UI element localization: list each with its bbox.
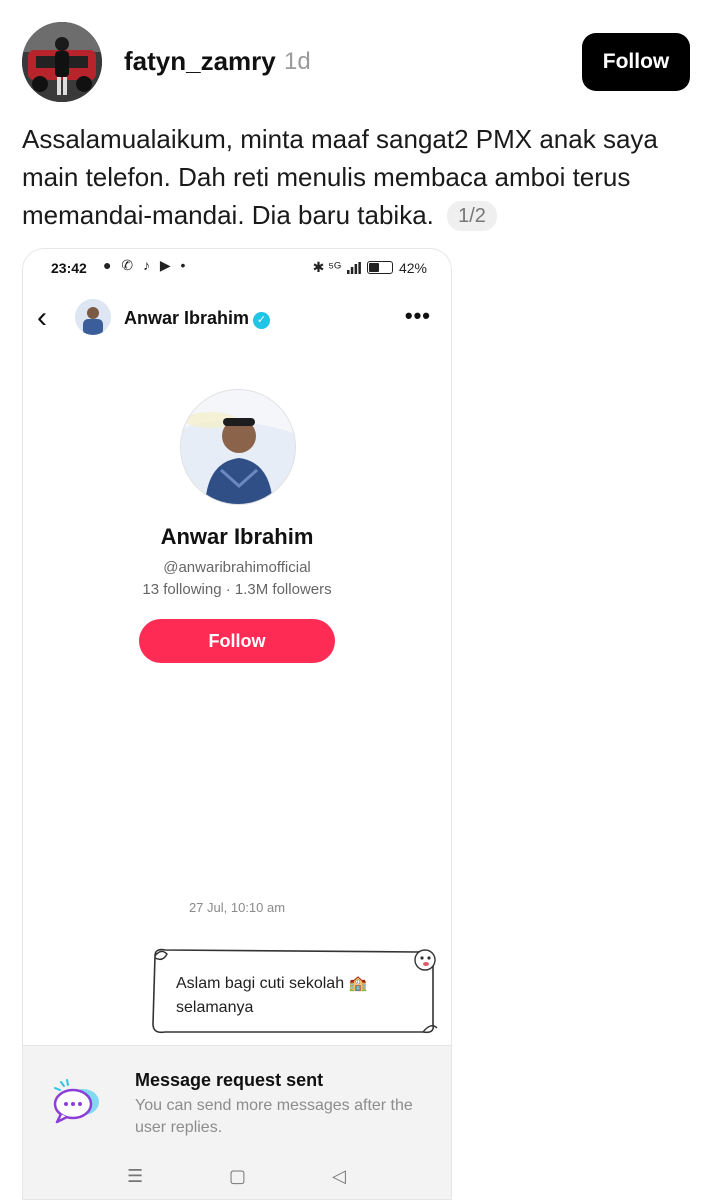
school-emoji-icon: 🏫	[348, 975, 368, 992]
verified-badge-icon: ✓	[253, 312, 271, 329]
post-caption: Assalamualaikum, minta maaf sangat2 PMX …	[22, 120, 682, 234]
message-text: Aslam bagi cuti sekolah 🏫 selamanya	[176, 972, 416, 1020]
chat-top-bar: ‹ Anwar Ibrahim ✓ •••	[23, 297, 451, 341]
home-icon[interactable]: ▢	[229, 1166, 246, 1187]
chat-bubbles-icon	[53, 1079, 99, 1124]
post-timestamp: 1d	[284, 48, 311, 75]
message-timestamp: 27 Jul, 10:10 am	[188, 900, 286, 915]
profile-follow-button[interactable]: Follow	[139, 619, 335, 663]
message-bubble[interactable]: Aslam bagi cuti sekolah 🏫 selamanya	[147, 946, 443, 1038]
user-avatar[interactable]	[22, 22, 102, 102]
message-line-2: selamanya	[176, 999, 254, 1016]
contact-name[interactable]: Anwar Ibrahim ✓	[124, 308, 271, 329]
status-bar: 23:42 ● ✆ ♪ ▶ • ✱ ⁵ᴳ 42%	[23, 249, 451, 287]
more-options-icon[interactable]: •••	[405, 303, 431, 329]
nav-back-icon[interactable]: ◁	[332, 1166, 346, 1187]
system-nav-bar: ☰ ▢ ◁	[23, 1166, 451, 1196]
follow-button[interactable]: Follow	[582, 33, 690, 91]
contact-avatar[interactable]	[75, 299, 111, 335]
image-page-indicator: 1/2	[447, 201, 497, 231]
status-right: ✱ ⁵ᴳ 42%	[313, 259, 427, 276]
back-arrow-icon[interactable]: ‹	[37, 303, 47, 333]
username[interactable]: fatyn_zamry	[124, 46, 276, 77]
contact-name-text: Anwar Ibrahim	[124, 308, 250, 328]
profile-name: Anwar Ibrahim	[160, 524, 314, 549]
notification-icons: ● ✆ ♪ ▶ •	[103, 257, 189, 273]
recent-apps-icon[interactable]: ☰	[127, 1166, 143, 1187]
attached-screenshot[interactable]: 23:42 ● ✆ ♪ ▶ • ✱ ⁵ᴳ 42% ‹ Anwar Ibrahim…	[22, 248, 452, 1200]
message-request-panel: Message request sent You can send more m…	[23, 1045, 451, 1199]
profile-stats: 13 following · 1.3M followers	[142, 581, 332, 598]
signal-icons: ✱ ⁵ᴳ	[312, 259, 341, 275]
message-line-1: Aslam bagi cuti sekolah	[176, 975, 345, 992]
profile-photo[interactable]	[180, 389, 296, 505]
profile-handle: @anwaribrahimofficial	[163, 559, 311, 576]
battery-level: 42%	[398, 259, 427, 276]
status-time: 23:42	[51, 260, 87, 276]
battery-icon	[366, 261, 393, 274]
post-header: fatyn_zamry 1d Follow	[22, 22, 700, 104]
request-title: Message request sent	[135, 1070, 324, 1090]
request-subtitle: You can send more messages after the use…	[135, 1097, 413, 1136]
signal-bars-icon	[346, 261, 361, 274]
caption-text: Assalamualaikum, minta maaf sangat2 PMX …	[22, 124, 658, 230]
